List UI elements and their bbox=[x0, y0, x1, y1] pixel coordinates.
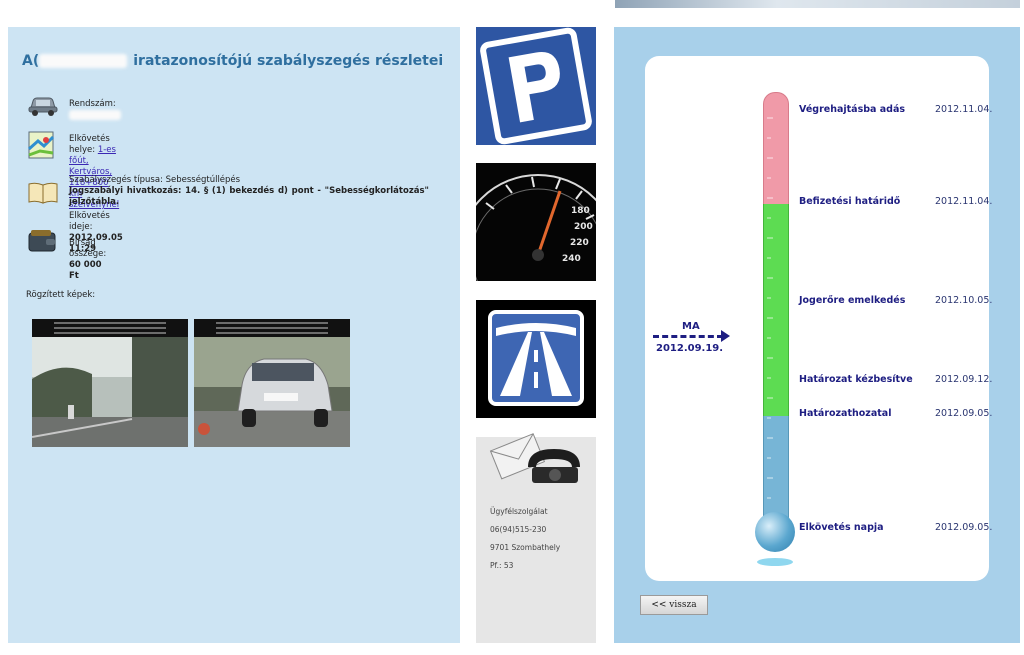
arrow-right-icon bbox=[721, 330, 730, 342]
event-decision-label: Határozathozatal bbox=[799, 408, 892, 419]
service-pobox: Pf.: 53 bbox=[490, 561, 514, 570]
svg-text:200: 200 bbox=[574, 222, 593, 232]
svg-text:220: 220 bbox=[570, 238, 589, 248]
service-phone: 06(94)515-230 bbox=[490, 525, 547, 534]
highway-sign-icon bbox=[476, 300, 596, 418]
violation-details-panel: A( iratazonosítójú szabályszegés részlete… bbox=[8, 27, 460, 643]
event-offense-label: Elkövetés napja bbox=[799, 522, 884, 533]
map-icon bbox=[28, 131, 55, 163]
event-final-date: 2012.10.05. bbox=[935, 295, 993, 306]
svg-text:240: 240 bbox=[562, 254, 581, 264]
event-enforcement-date: 2012.11.04. bbox=[935, 104, 993, 115]
photos-caption: Rögzített képek: bbox=[26, 290, 96, 300]
event-final-label: Jogerőre emelkedés bbox=[799, 295, 906, 306]
event-delivered-date: 2012.09.12. bbox=[935, 374, 993, 385]
event-enforcement-label: Végrehajtásba adás bbox=[799, 104, 906, 115]
timeline-card: Végrehajtásba adás 2012.11.04. Befizetés… bbox=[645, 56, 993, 581]
type-value: Sebességtúllépés bbox=[165, 175, 241, 185]
car-icon bbox=[28, 93, 58, 121]
envelope-phone-icon bbox=[488, 427, 584, 491]
timeline-panel: Végrehajtásba adás 2012.11.04. Befizetés… bbox=[614, 27, 1020, 643]
today-marker: MA 2012.09.19. bbox=[645, 321, 735, 361]
back-button[interactable]: << vissza bbox=[640, 595, 708, 615]
type-label: Szabályszegés típusa: bbox=[69, 175, 163, 185]
today-dashed-line bbox=[653, 335, 723, 338]
evidence-photo-1[interactable] bbox=[32, 319, 188, 447]
header-image-strip bbox=[615, 0, 1020, 8]
event-decision-date: 2012.09.05. bbox=[935, 408, 993, 419]
event-offense-date: 2012.09.05. bbox=[935, 522, 993, 533]
redacted-plate bbox=[69, 110, 121, 120]
title-prefix: A( bbox=[22, 53, 40, 69]
event-delivered-label: Határozat kézbesítve bbox=[799, 374, 913, 385]
speedometer-icon: 180 200 220 240 bbox=[476, 163, 596, 281]
event-payment-deadline-label: Befizetési határidő bbox=[799, 196, 901, 207]
page-title: A( iratazonosítójú szabályszegés részlete… bbox=[22, 53, 443, 69]
today-label: MA bbox=[682, 321, 700, 332]
book-icon bbox=[28, 181, 58, 209]
thermometer-bulb-shadow bbox=[757, 558, 793, 566]
fine-value: 60 000 Ft bbox=[69, 260, 102, 281]
event-payment-deadline-date: 2012.11.04. bbox=[935, 196, 993, 207]
law-text: Jogszabályi hivatkozás: 14. § (1) bekezd… bbox=[69, 186, 429, 207]
title-suffix: iratazonosítójú szabályszegés részletei bbox=[133, 53, 444, 69]
service-title: Ügyfélszolgálat bbox=[490, 507, 548, 516]
thermometer-bulb bbox=[755, 512, 795, 552]
today-date: 2012.09.19. bbox=[656, 343, 724, 354]
service-city: 9701 Szombathely bbox=[490, 543, 561, 552]
redacted-id bbox=[39, 54, 128, 68]
evidence-photo-2[interactable] bbox=[194, 319, 350, 447]
thermometer-ticks bbox=[767, 117, 773, 499]
fine-label: Bírság összege: bbox=[69, 238, 107, 259]
customer-service-box: Ügyfélszolgálat 06(94)515-230 9701 Szomb… bbox=[476, 433, 596, 643]
plate-label: Rendszám: bbox=[69, 99, 116, 109]
time-label: Elkövetés ideje: bbox=[69, 211, 110, 232]
parking-sign-icon bbox=[476, 27, 596, 145]
svg-text:180: 180 bbox=[571, 206, 590, 216]
wallet-icon bbox=[28, 229, 56, 257]
